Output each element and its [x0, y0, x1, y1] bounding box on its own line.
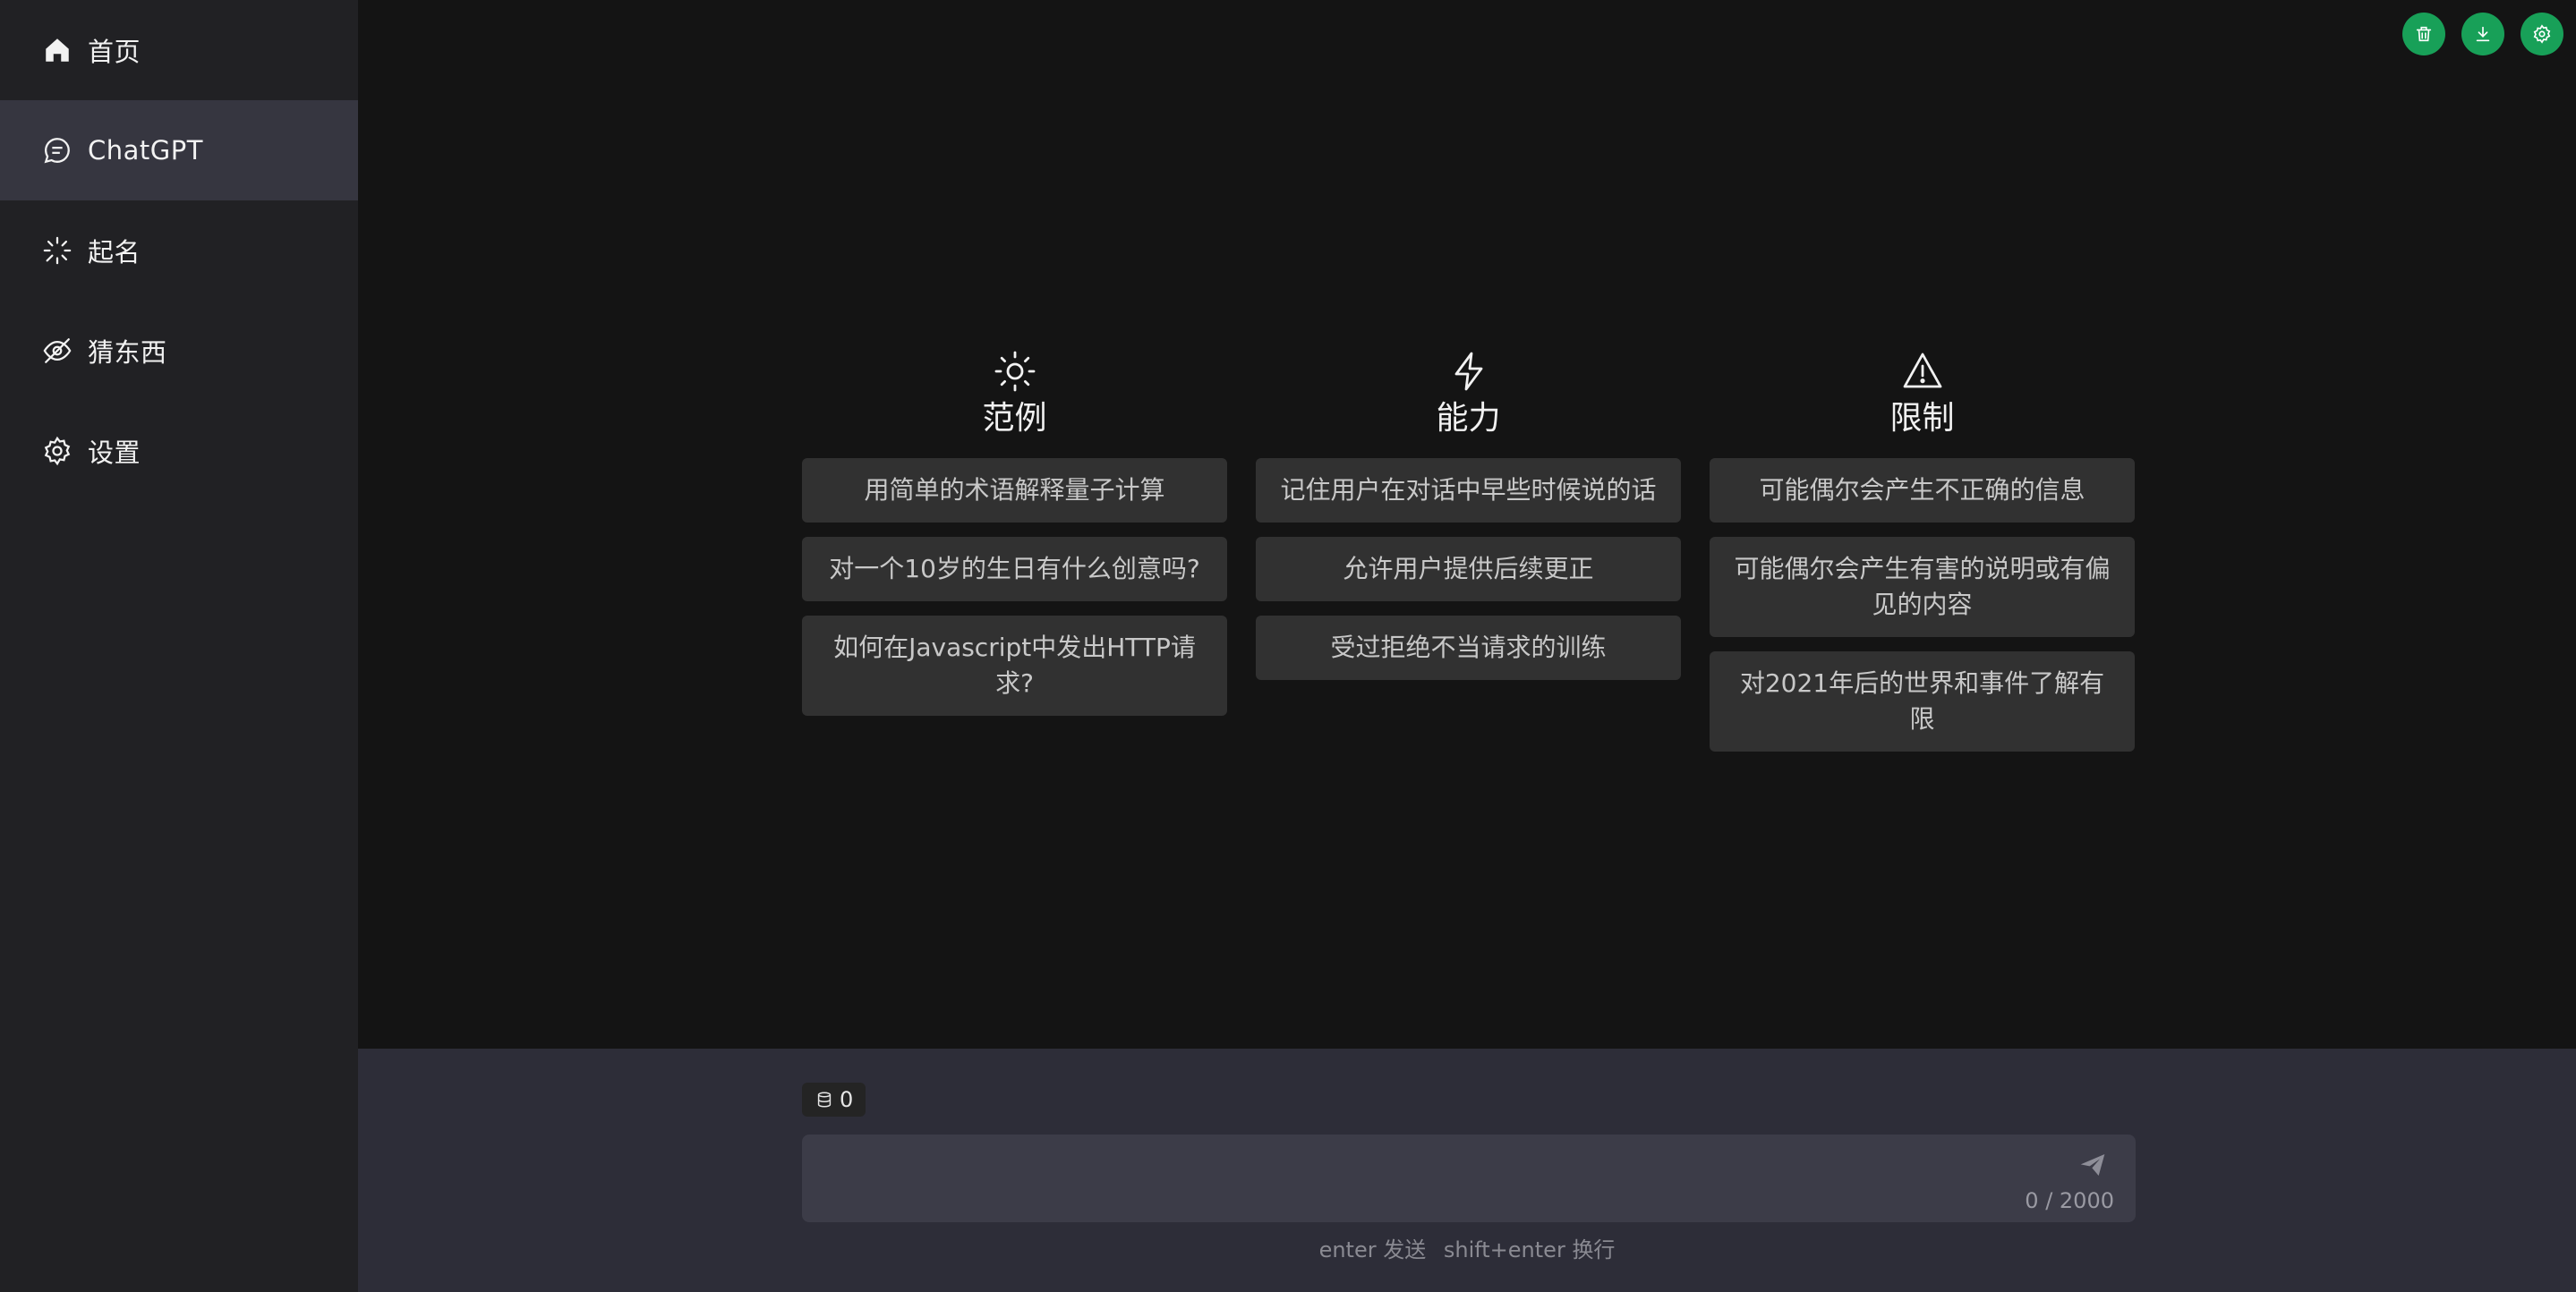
sidebar: 首页 ChatGPT 起名 猜东西 设置 — [0, 0, 358, 1292]
limitation-card: 对2021年后的世界和事件了解有限 — [1710, 651, 2135, 752]
sidebar-item-label: 设置 — [88, 438, 141, 468]
sidebar-item-naming[interactable]: 起名 — [0, 200, 358, 301]
sidebar-item-home[interactable]: 首页 — [0, 0, 358, 100]
sidebar-item-label: ChatGPT — [88, 135, 203, 166]
home-icon — [41, 34, 73, 66]
example-card[interactable]: 用简单的术语解释量子计算 — [802, 458, 1227, 523]
message-input[interactable] — [802, 1135, 2136, 1222]
download-icon — [2476, 26, 2490, 42]
send-hint: enter 发送 — [1318, 1237, 1427, 1262]
column-title: 能力 — [1436, 400, 1501, 437]
message-input-box: 0 / 2000 — [802, 1135, 2136, 1222]
chat-icon — [41, 134, 73, 166]
input-area: 0 0 / 2000 enter 发送 shift+enter 换行 — [358, 1049, 2576, 1292]
app-window: 首页 ChatGPT 起名 猜东西 设置 范例 用简单的术语解释量子计算 对一个… — [0, 0, 2576, 1292]
settings-button[interactable] — [2521, 13, 2563, 55]
column-title: 限制 — [1889, 400, 1955, 437]
sidebar-item-label: 起名 — [88, 237, 141, 268]
sidebar-item-guess[interactable]: 猜东西 — [0, 301, 358, 401]
sidebar-item-settings[interactable]: 设置 — [0, 401, 358, 501]
capability-card: 允许用户提供后续更正 — [1256, 537, 1681, 601]
top-actions — [2402, 13, 2563, 55]
sidebar-item-label: 猜东西 — [88, 337, 167, 368]
column-title: 范例 — [982, 400, 1047, 437]
main-content: 范例 用简单的术语解释量子计算 对一个10岁的生日有什么创意吗? 如何在Java… — [358, 0, 2576, 1049]
capability-card: 记住用户在对话中早些时候说的话 — [1256, 458, 1681, 523]
sidebar-item-label: 首页 — [88, 37, 141, 67]
example-card[interactable]: 对一个10岁的生日有什么创意吗? — [802, 537, 1227, 601]
token-count-badge[interactable]: 0 — [802, 1083, 866, 1117]
sun-icon — [994, 349, 1036, 394]
capability-card: 受过拒绝不当请求的训练 — [1256, 616, 1681, 680]
gear-icon — [41, 435, 73, 467]
char-counter: 0 / 2000 — [2025, 1188, 2114, 1213]
intro-columns: 范例 用简单的术语解释量子计算 对一个10岁的生日有什么创意吗? 如何在Java… — [802, 349, 2135, 766]
capabilities-column: 能力 记住用户在对话中早些时候说的话 允许用户提供后续更正 受过拒绝不当请求的训… — [1256, 349, 1681, 766]
examples-column: 范例 用简单的术语解释量子计算 对一个10岁的生日有什么创意吗? 如何在Java… — [802, 349, 1227, 766]
settings-icon — [2533, 24, 2551, 44]
send-icon[interactable] — [2078, 1151, 2107, 1179]
eye-off-icon — [41, 335, 73, 367]
download-button[interactable] — [2461, 13, 2504, 55]
lightning-icon — [1447, 349, 1490, 394]
newline-hint: shift+enter 换行 — [1443, 1237, 1616, 1262]
limitation-card: 可能偶尔会产生有害的说明或有偏见的内容 — [1710, 537, 2135, 637]
sparkle-icon — [41, 234, 73, 267]
example-card[interactable]: 如何在Javascript中发出HTTP请求? — [802, 616, 1227, 716]
trash-icon — [2416, 26, 2432, 42]
warning-icon — [1901, 349, 1944, 394]
sidebar-item-chatgpt[interactable]: ChatGPT — [0, 100, 358, 200]
token-count: 0 — [840, 1087, 854, 1112]
limitations-column: 限制 可能偶尔会产生不正确的信息 可能偶尔会产生有害的说明或有偏见的内容 对20… — [1710, 349, 2135, 766]
limitation-card: 可能偶尔会产生不正确的信息 — [1710, 458, 2135, 523]
database-icon — [817, 1092, 832, 1108]
keyboard-hint: enter 发送 shift+enter 换行 — [358, 1232, 2576, 1263]
clear-chat-button[interactable] — [2402, 13, 2445, 55]
